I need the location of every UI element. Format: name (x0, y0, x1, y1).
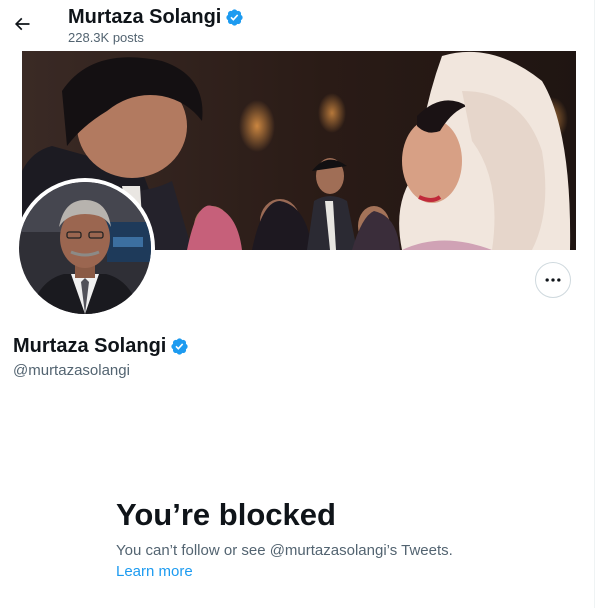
post-count: 228.3K posts (68, 30, 144, 46)
profile-name: Murtaza Solangi (13, 334, 189, 358)
avatar-image (19, 182, 151, 314)
blocked-title: You’re blocked (116, 497, 336, 532)
profile-name-text: Murtaza Solangi (13, 335, 167, 357)
profile-header-bar: Murtaza Solangi 228.3K posts (0, 0, 594, 50)
more-horizontal-icon (545, 278, 561, 282)
verified-badge-icon[interactable] (225, 8, 244, 27)
header-name-text: Murtaza Solangi (68, 6, 222, 28)
column-border (594, 0, 595, 608)
header-title: Murtaza Solangi (68, 5, 244, 29)
learn-more-link[interactable]: Learn more (116, 562, 193, 581)
avatar[interactable] (15, 178, 155, 318)
verified-badge-icon[interactable] (170, 337, 189, 356)
arrow-left-icon (14, 17, 30, 31)
profile-handle: @murtazasolangi (13, 362, 130, 379)
profile-photo (19, 182, 151, 314)
more-options-button[interactable] (535, 262, 571, 298)
post-count-text: 228.3K posts (68, 30, 144, 45)
blocked-description: You can’t follow or see @murtazasolangi’… (116, 542, 453, 559)
back-button[interactable] (4, 6, 40, 42)
